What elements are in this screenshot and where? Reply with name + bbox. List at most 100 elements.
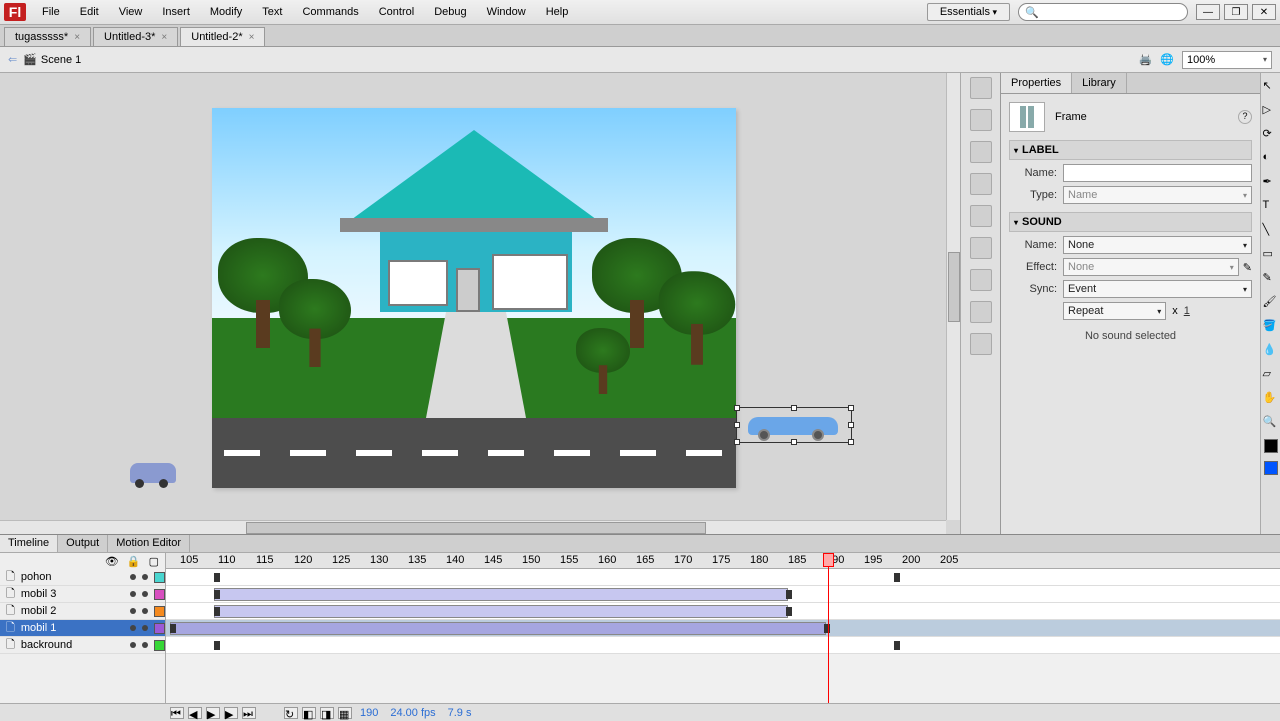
eyedrop-tool[interactable]: 💧 [1263, 343, 1279, 359]
components-icon[interactable] [970, 237, 992, 259]
prev-frame-button[interactable]: ◀ [188, 707, 202, 719]
layer-mobil-3[interactable]: 🗋mobil 3 [0, 586, 165, 603]
properties-panel: Properties Library Frame ? LABEL Name: T… [1000, 73, 1260, 534]
pencil-tool[interactable]: ✎ [1263, 271, 1279, 287]
menu-view[interactable]: View [109, 3, 153, 21]
align-icon[interactable] [970, 109, 992, 131]
scrollbar-horizontal[interactable] [0, 520, 946, 534]
subselect-tool[interactable]: ▷ [1263, 103, 1279, 119]
tab-timeline[interactable]: Timeline [0, 535, 58, 552]
hand-tool[interactable]: ✋ [1263, 391, 1279, 407]
tracks[interactable]: 1051101151201251301351401451501551601651… [166, 553, 1280, 703]
menu-text[interactable]: Text [252, 3, 292, 21]
sound-name-select[interactable]: None [1063, 236, 1252, 254]
tab-0[interactable]: tugasssss*× [4, 27, 91, 46]
sound-sync-lbl: Sync: [1009, 283, 1057, 295]
car-left[interactable] [130, 463, 176, 483]
frame-title: Frame [1055, 111, 1087, 123]
close-icon[interactable]: × [161, 32, 167, 43]
pen-tool[interactable]: ✒ [1263, 175, 1279, 191]
back-icon[interactable]: ⇐ [8, 53, 17, 66]
onion-button[interactable]: ◧ [302, 707, 316, 719]
scene-icon: 🎬 [23, 53, 37, 66]
menu-insert[interactable]: Insert [152, 3, 200, 21]
history-icon[interactable] [970, 333, 992, 355]
edit-scene-icon[interactable]: 🖨️ [1139, 53, 1153, 66]
maximize-button[interactable]: ❐ [1224, 4, 1248, 20]
outline-icon[interactable]: ▢ [149, 555, 159, 568]
menu-debug[interactable]: Debug [424, 3, 476, 21]
tab-properties[interactable]: Properties [1001, 73, 1072, 93]
menu-help[interactable]: Help [536, 3, 579, 21]
swatches-icon[interactable] [970, 77, 992, 99]
zoom-tool[interactable]: 🔍 [1263, 415, 1279, 431]
workspace-selector[interactable]: Essentials [927, 3, 1010, 21]
selected-car[interactable] [740, 411, 848, 439]
layer-mobil-2[interactable]: 🗋mobil 2 [0, 603, 165, 620]
sound-effect-select[interactable]: None [1063, 258, 1239, 276]
tab-output[interactable]: Output [58, 535, 108, 552]
minimize-button[interactable]: — [1196, 4, 1220, 20]
rect-tool[interactable]: ▭ [1263, 247, 1279, 263]
menu-edit[interactable]: Edit [70, 3, 109, 21]
next-frame-button[interactable]: ▶ [224, 707, 238, 719]
tab-1[interactable]: Untitled-3*× [93, 27, 178, 46]
onion-outline-button[interactable]: ◨ [320, 707, 334, 719]
menu-control[interactable]: Control [369, 3, 424, 21]
first-frame-button[interactable]: ⏮ [170, 707, 184, 719]
zoom-select[interactable]: 100% [1182, 51, 1272, 69]
menu-modify[interactable]: Modify [200, 3, 252, 21]
menu-commands[interactable]: Commands [292, 3, 368, 21]
layer-mobil-1[interactable]: 🗋mobil 1 [0, 620, 165, 637]
stage[interactable] [0, 73, 960, 534]
repeat-count[interactable]: 1 [1184, 305, 1190, 317]
search-input[interactable]: 🔍 [1018, 3, 1188, 21]
tools-panel: ↖ ▷ ⟳ ◐ ✒ T ╲ ▭ ✎ 🖌 🪣 💧 ▱ ✋ 🔍 [1260, 73, 1280, 534]
loop-button[interactable]: ↻ [284, 707, 298, 719]
text-tool[interactable]: T [1263, 199, 1279, 215]
frame-ruler[interactable]: 1051101151201251301351401451501551601651… [166, 553, 1280, 569]
canvas[interactable] [212, 108, 736, 488]
sound-repeat-select[interactable]: Repeat [1063, 302, 1166, 320]
close-icon[interactable]: × [249, 32, 255, 43]
label-type-select[interactable]: Name [1063, 186, 1252, 204]
bucket-tool[interactable]: 🪣 [1263, 319, 1279, 335]
line-tool[interactable]: ╲ [1263, 223, 1279, 239]
last-frame-button[interactable]: ⏭ [242, 707, 256, 719]
menu-file[interactable]: File [32, 3, 70, 21]
fill-color[interactable] [1264, 461, 1278, 475]
section-label[interactable]: LABEL [1009, 140, 1252, 160]
edit-symbols-icon[interactable]: 🌐 [1160, 53, 1174, 66]
transform-icon[interactable] [970, 205, 992, 227]
tab-2[interactable]: Untitled-2*× [180, 27, 265, 46]
menu-window[interactable]: Window [477, 3, 536, 21]
section-sound[interactable]: SOUND [1009, 212, 1252, 232]
actions-icon[interactable] [970, 269, 992, 291]
transform-tool[interactable]: ⟳ [1263, 127, 1279, 143]
info-icon[interactable] [970, 173, 992, 195]
tab-library[interactable]: Library [1072, 73, 1127, 93]
eraser-tool[interactable]: ▱ [1263, 367, 1279, 383]
sound-sync-select[interactable]: Event [1063, 280, 1252, 298]
scrollbar-vertical[interactable] [946, 73, 960, 520]
brush-tool[interactable]: 🖌 [1263, 295, 1279, 311]
scene-name: Scene 1 [41, 54, 81, 66]
close-button[interactable]: ✕ [1252, 4, 1276, 20]
play-button[interactable]: ▶ [206, 707, 220, 719]
selection-tool[interactable]: ↖ [1263, 79, 1279, 95]
library-icon[interactable] [970, 141, 992, 163]
lasso-tool[interactable]: ◐ [1263, 151, 1279, 167]
tab-motioneditor[interactable]: Motion Editor [108, 535, 190, 552]
label-name-input[interactable] [1063, 164, 1252, 182]
eye-icon[interactable]: 👁 [105, 555, 119, 568]
layer-pohon[interactable]: 🗋pohon [0, 569, 165, 586]
help-icon[interactable]: ? [1238, 110, 1252, 124]
edit-multi-button[interactable]: ▦ [338, 707, 352, 719]
document-tabs: tugasssss*× Untitled-3*× Untitled-2*× [0, 25, 1280, 47]
behaviors-icon[interactable] [970, 301, 992, 323]
lock-icon[interactable]: 🔒 [127, 555, 141, 568]
close-icon[interactable]: × [74, 32, 80, 43]
layer-backround[interactable]: 🗋backround [0, 637, 165, 654]
pencil-icon[interactable]: ✎ [1243, 261, 1252, 274]
stroke-color[interactable] [1264, 439, 1278, 453]
